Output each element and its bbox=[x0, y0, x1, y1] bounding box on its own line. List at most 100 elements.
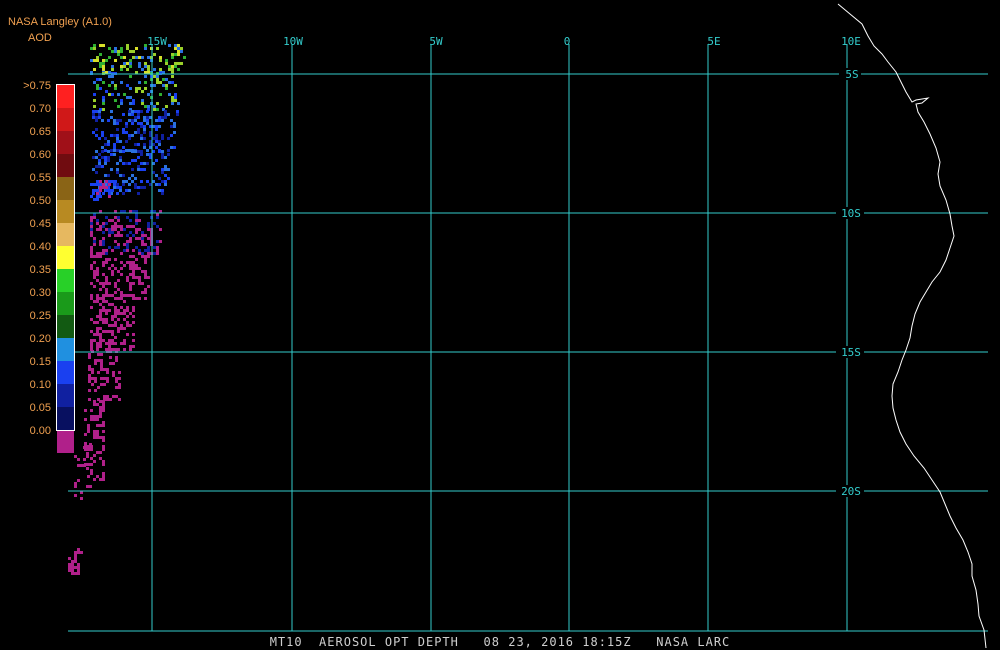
aod-pixel bbox=[71, 560, 74, 563]
aod-pixel bbox=[109, 398, 112, 401]
aod-pixel bbox=[123, 348, 126, 351]
aod-pixel bbox=[102, 463, 105, 466]
aod-pixel bbox=[117, 216, 120, 219]
aod-pixel bbox=[101, 156, 104, 159]
aod-pixel bbox=[93, 403, 96, 406]
aod-pixel bbox=[114, 312, 117, 315]
aod-pixel bbox=[106, 377, 109, 380]
aod-pixel bbox=[155, 125, 158, 128]
aod-pixel bbox=[90, 195, 93, 198]
aod-pixel bbox=[132, 345, 135, 348]
aod-pixel bbox=[131, 134, 134, 137]
aod-pixel bbox=[120, 297, 123, 300]
aod-pixel bbox=[90, 342, 93, 345]
aod-pixel bbox=[122, 146, 125, 149]
aod-pixel bbox=[102, 460, 105, 463]
aod-pixel bbox=[164, 156, 167, 159]
aod-pixel bbox=[96, 279, 99, 282]
aod-pixel bbox=[129, 219, 132, 222]
aod-pixel bbox=[99, 180, 102, 183]
legend-swatch bbox=[57, 269, 74, 292]
aod-pixel bbox=[132, 306, 135, 309]
aod-pixel bbox=[132, 282, 135, 285]
aod-pixel bbox=[105, 321, 108, 324]
aod-pixel bbox=[120, 50, 123, 53]
aod-pixel bbox=[108, 231, 111, 234]
aod-pixel bbox=[105, 258, 108, 261]
aod-pixel bbox=[111, 219, 114, 222]
aod-pixel bbox=[173, 125, 176, 128]
aod-pixel bbox=[135, 267, 138, 270]
aod-pixel bbox=[90, 222, 93, 225]
aod-pixel bbox=[102, 400, 105, 403]
aod-pixel bbox=[77, 479, 80, 482]
aod-pixel bbox=[99, 225, 102, 228]
aod-pixel bbox=[138, 279, 141, 282]
aod-pixel bbox=[171, 102, 174, 105]
lat-label-20s: 20S bbox=[841, 485, 861, 498]
aod-pixel bbox=[126, 315, 129, 318]
aod-pixel bbox=[92, 168, 95, 171]
aod-pixel bbox=[97, 359, 100, 362]
aod-pixel bbox=[99, 457, 102, 460]
aod-pixel bbox=[98, 116, 101, 119]
aod-pixel bbox=[71, 572, 74, 575]
aod-pixel bbox=[90, 448, 93, 451]
aod-pixel bbox=[141, 291, 144, 294]
aod-pixel bbox=[102, 445, 105, 448]
aod-pixel bbox=[95, 171, 98, 174]
aod-pixel bbox=[114, 309, 117, 312]
aod-pixel bbox=[88, 377, 91, 380]
aod-pixel bbox=[102, 421, 105, 424]
legend-label: 0.05 bbox=[30, 402, 51, 414]
legend-swatch bbox=[57, 315, 74, 338]
aod-pixel bbox=[173, 122, 176, 125]
aod-pixel bbox=[117, 219, 120, 222]
aod-pixel bbox=[129, 288, 132, 291]
aod-pixel bbox=[140, 110, 143, 113]
aod-pixel bbox=[114, 59, 117, 62]
aod-pixel bbox=[177, 68, 180, 71]
aod-pixel bbox=[123, 342, 126, 345]
aod-pixel bbox=[102, 309, 105, 312]
aod-pixel bbox=[168, 44, 171, 47]
aod-pixel bbox=[90, 330, 93, 333]
aod-pixel bbox=[155, 128, 158, 131]
aod-pixel bbox=[108, 342, 111, 345]
aod-pixel bbox=[159, 240, 162, 243]
aod-pixel bbox=[113, 149, 116, 152]
aod-pixel bbox=[176, 113, 179, 116]
aod-pixel bbox=[102, 321, 105, 324]
legend-swatch bbox=[57, 154, 74, 177]
aod-pixel bbox=[146, 162, 149, 165]
aod-pixel bbox=[132, 321, 135, 324]
aod-pixel bbox=[129, 240, 132, 243]
aod-pixel bbox=[105, 249, 108, 252]
aod-pixel bbox=[161, 171, 164, 174]
aod-pixel bbox=[102, 403, 105, 406]
aod-map: 15W 10W 5W 0 5E 10E 5S 10S 15S 20S >0.75… bbox=[0, 0, 1000, 650]
aod-pixel bbox=[177, 53, 180, 56]
aod-pixel bbox=[86, 455, 89, 458]
aod-pixel bbox=[99, 312, 102, 315]
lat-label-15s: 15S bbox=[841, 346, 861, 359]
aod-pixel bbox=[74, 482, 77, 485]
aod-pixel bbox=[88, 365, 91, 368]
aod-pixel bbox=[132, 56, 135, 59]
aod-pixel bbox=[123, 249, 126, 252]
aod-pixel bbox=[167, 177, 170, 180]
aod-pixel bbox=[117, 312, 120, 315]
aod-pixel bbox=[141, 231, 144, 234]
aod-pixel bbox=[108, 234, 111, 237]
aod-pixel bbox=[119, 189, 122, 192]
aod-pixel bbox=[134, 186, 137, 189]
aod-pixel bbox=[117, 50, 120, 53]
aod-pixel bbox=[141, 243, 144, 246]
aod-pixel bbox=[101, 150, 104, 153]
aod-pixel bbox=[108, 192, 111, 195]
aod-pixel bbox=[153, 84, 156, 87]
aod-pixel bbox=[84, 409, 87, 412]
aod-pixel bbox=[101, 165, 104, 168]
aod-pixel bbox=[99, 327, 102, 330]
aod-pixel bbox=[90, 231, 93, 234]
